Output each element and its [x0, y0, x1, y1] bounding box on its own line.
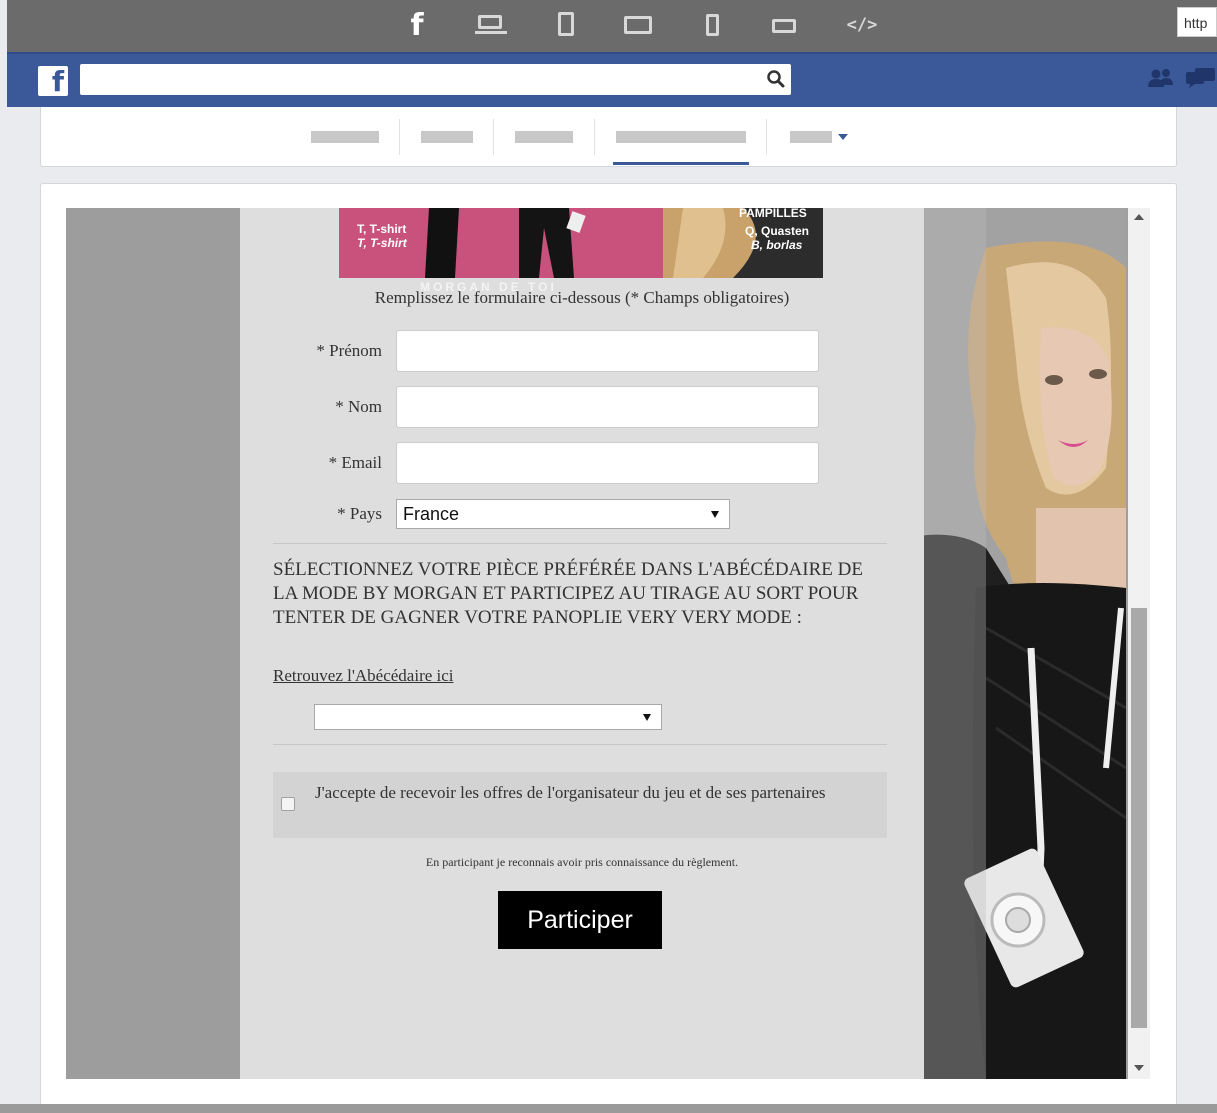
- banner-dark-section: PAMPILLES Q, Quasten B, borlas: [663, 208, 823, 278]
- url-field[interactable]: http: [1177, 7, 1217, 37]
- banner-text-2: T, T-shirt: [357, 236, 407, 250]
- facebook-icon[interactable]: f: [405, 8, 429, 43]
- form-intro: Remplissez le formulaire ci-dessous (* C…: [374, 288, 790, 307]
- banner-title: PAMPILLES: [739, 208, 807, 220]
- tab-2[interactable]: [400, 107, 493, 167]
- facebook-logo[interactable]: f: [38, 66, 68, 96]
- banner-pink-section: T, T-shirt T, T-shirt: [339, 208, 663, 278]
- divider: [273, 543, 887, 544]
- banner-text-4: B, borlas: [751, 238, 803, 252]
- chevron-down-icon: [711, 511, 719, 518]
- tablet-landscape-icon[interactable]: [623, 10, 653, 40]
- pays-select[interactable]: France: [396, 499, 730, 529]
- messages-icon[interactable]: [1185, 67, 1217, 89]
- email-label: * Email: [328, 453, 382, 472]
- facebook-search-input[interactable]: [80, 64, 791, 95]
- code-icon[interactable]: </>: [847, 10, 878, 40]
- tab-1[interactable]: [301, 107, 399, 167]
- divider: [273, 744, 887, 745]
- chevron-down-icon: [838, 134, 848, 140]
- preview-toolbar: f </> http: [7, 0, 1217, 52]
- phone-portrait-icon[interactable]: [705, 10, 721, 40]
- left-background: [66, 208, 240, 1079]
- participer-button[interactable]: Participer: [498, 891, 662, 949]
- scroll-down-arrow-icon[interactable]: [1134, 1065, 1144, 1071]
- scroll-up-arrow-icon[interactable]: [1134, 214, 1144, 220]
- friends-icon[interactable]: [1147, 67, 1175, 89]
- tablet-portrait-icon[interactable]: [555, 10, 577, 40]
- phone-landscape-icon[interactable]: [771, 10, 797, 40]
- piece-select[interactable]: [314, 704, 662, 730]
- search-icon[interactable]: [765, 68, 787, 90]
- consent-section: J'accepte de recevoir les offres de l'or…: [273, 772, 887, 838]
- facebook-header: f: [7, 52, 1217, 107]
- banner-text-1: T, T-shirt: [357, 222, 407, 236]
- consent-label: J'accepte de recevoir les offres de l'or…: [315, 783, 826, 802]
- promo-banner: T, T-shirt T, T-shirt PAMPILLES Q, Quast…: [339, 208, 823, 278]
- page-tabs: [40, 107, 1177, 167]
- banner-text-3: Q, Quasten: [745, 224, 810, 238]
- scrollbar[interactable]: [1128, 208, 1150, 1079]
- nom-field[interactable]: [396, 386, 819, 428]
- chevron-down-icon: [643, 714, 651, 721]
- pays-label: * Pays: [337, 504, 382, 523]
- bottom-edge: [0, 1104, 1217, 1113]
- tab-3[interactable]: [494, 107, 594, 167]
- email-field[interactable]: [396, 442, 819, 484]
- contest-question: SÉLECTIONNEZ VOTRE PIÈCE PRÉFÉRÉE DANS L…: [273, 559, 863, 628]
- tab-4-active[interactable]: [595, 107, 765, 167]
- rules-text: En participant je reconnais avoir pris c…: [425, 855, 739, 869]
- app-iframe: T, T-shirt T, T-shirt PAMPILLES Q, Quast…: [66, 208, 1150, 1079]
- banner-models-image: [425, 208, 586, 278]
- scroll-thumb[interactable]: [1131, 608, 1147, 1028]
- tab-more[interactable]: [767, 107, 857, 167]
- pays-selected-value: France: [403, 504, 460, 524]
- active-tab-indicator: [613, 162, 749, 165]
- prenom-label: * Prénom: [316, 341, 382, 360]
- abecedaire-link[interactable]: Retrouvez l'Abécédaire ici: [273, 666, 454, 686]
- nom-label: * Nom: [335, 397, 382, 416]
- form-panel: T, T-shirt T, T-shirt PAMPILLES Q, Quast…: [240, 208, 924, 1079]
- consent-checkbox[interactable]: [281, 797, 295, 811]
- laptop-icon[interactable]: [475, 10, 509, 40]
- prenom-field[interactable]: [396, 330, 819, 372]
